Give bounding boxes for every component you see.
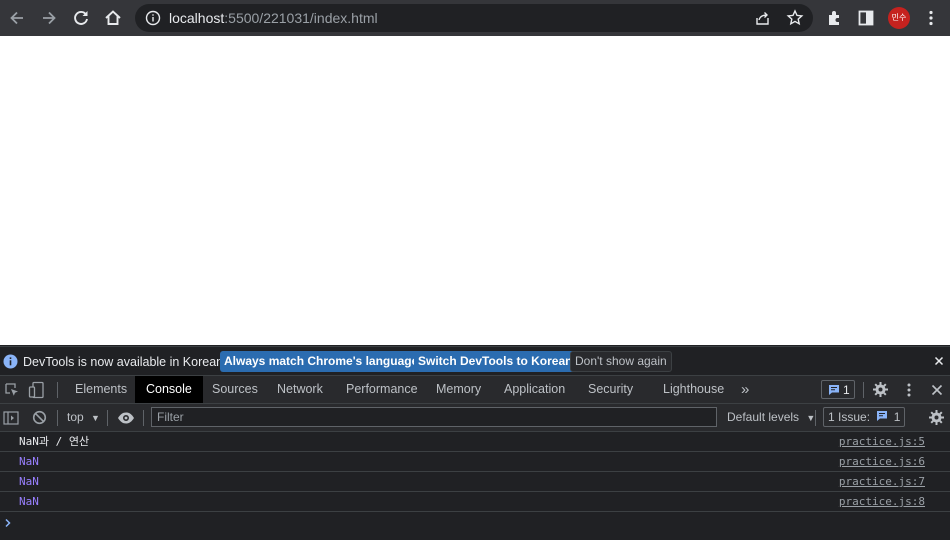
back-icon[interactable] bbox=[7, 8, 27, 28]
more-tabs-chevron-icon[interactable]: » bbox=[741, 376, 749, 403]
console-message: NaN과 / 연산 practice.js:5 bbox=[0, 432, 950, 452]
source-link[interactable]: practice.js:6 bbox=[839, 452, 925, 471]
browser-toolbar: localhost:5500/221031/index.html 민수 bbox=[0, 0, 950, 36]
info-icon[interactable] bbox=[145, 10, 161, 26]
url-path: :5500/221031/index.html bbox=[224, 10, 378, 26]
extensions-icon[interactable] bbox=[826, 9, 844, 27]
issues-badge-button[interactable]: 1 bbox=[821, 380, 855, 399]
live-expression-eye-icon[interactable] bbox=[117, 411, 135, 425]
close-devtools-icon[interactable] bbox=[931, 384, 943, 396]
divider bbox=[863, 382, 864, 398]
tab-application[interactable]: Application bbox=[504, 376, 565, 403]
issues-label: 1 Issue: bbox=[828, 410, 871, 424]
switch-to-korean-button[interactable]: Switch DevTools to Korean bbox=[414, 351, 577, 372]
url-text[interactable]: localhost:5500/221031/index.html bbox=[169, 10, 378, 26]
address-bar[interactable]: localhost:5500/221031/index.html bbox=[135, 4, 813, 32]
issues-count: 1 bbox=[893, 410, 901, 424]
issues-counter-button[interactable]: 1 Issue: 1 bbox=[823, 407, 906, 427]
clear-console-icon[interactable] bbox=[32, 410, 47, 425]
devtools-tab-bar: Elements Console Sources Network Perform… bbox=[0, 376, 950, 404]
prompt-chevron-icon bbox=[4, 518, 12, 528]
source-link[interactable]: practice.js:5 bbox=[839, 432, 925, 451]
side-panel-icon[interactable] bbox=[858, 10, 874, 26]
console-message: NaN practice.js:7 bbox=[0, 472, 950, 492]
forward-icon[interactable] bbox=[39, 8, 59, 28]
message-icon bbox=[876, 410, 888, 422]
divider bbox=[815, 410, 816, 426]
tab-security[interactable]: Security bbox=[588, 376, 633, 403]
console-toolbar: top ▼ Filter Default levels ▼ 1 Issue: 1 bbox=[0, 404, 950, 432]
divider bbox=[57, 382, 58, 398]
settings-gear-icon[interactable] bbox=[872, 381, 889, 398]
console-message: NaN practice.js:6 bbox=[0, 452, 950, 472]
tab-sources[interactable]: Sources bbox=[212, 376, 258, 403]
page-viewport bbox=[0, 36, 950, 345]
profile-avatar[interactable]: 민수 bbox=[888, 7, 910, 29]
console-settings-gear-icon[interactable] bbox=[928, 409, 945, 426]
tab-elements[interactable]: Elements bbox=[75, 376, 127, 403]
source-link[interactable]: practice.js:8 bbox=[839, 492, 925, 511]
log-levels-dropdown[interactable]: Default levels ▼ bbox=[727, 410, 815, 424]
console-message-text: NaN bbox=[19, 495, 39, 508]
context-selector-value: top bbox=[67, 410, 84, 424]
devtools-language-infobar: DevTools is now available in Korean! Alw… bbox=[0, 346, 950, 376]
message-icon bbox=[828, 384, 840, 396]
chevron-down-icon: ▼ bbox=[91, 413, 100, 423]
reload-icon[interactable] bbox=[71, 8, 91, 28]
info-circle-icon bbox=[3, 354, 18, 369]
devtools-menu-kebab-icon[interactable] bbox=[904, 382, 914, 398]
infobar-message: DevTools is now available in Korean! bbox=[23, 355, 227, 369]
dont-show-again-button[interactable]: Don't show again bbox=[570, 351, 672, 372]
console-message-text: NaN bbox=[19, 455, 39, 468]
tab-performance[interactable]: Performance bbox=[346, 376, 418, 403]
divider bbox=[107, 410, 108, 426]
share-icon[interactable] bbox=[754, 10, 772, 26]
tab-memory[interactable]: Memory bbox=[436, 376, 481, 403]
issues-badge-count: 1 bbox=[843, 383, 850, 397]
console-filter-input[interactable]: Filter bbox=[151, 407, 717, 427]
console-message-text: NaN과 / 연산 bbox=[19, 435, 90, 448]
inspect-element-icon[interactable] bbox=[4, 382, 20, 398]
bookmark-star-icon[interactable] bbox=[786, 9, 804, 27]
tab-network[interactable]: Network bbox=[277, 376, 323, 403]
device-toolbar-icon[interactable] bbox=[28, 381, 46, 399]
always-match-language-button[interactable]: Always match Chrome's language bbox=[220, 351, 423, 372]
url-host: localhost bbox=[169, 10, 225, 26]
source-link[interactable]: practice.js:7 bbox=[839, 472, 925, 491]
menu-kebab-icon[interactable] bbox=[926, 9, 936, 27]
close-infobar-icon[interactable] bbox=[934, 356, 944, 366]
chevron-down-icon: ▼ bbox=[806, 413, 816, 423]
divider bbox=[57, 410, 58, 426]
console-sidebar-icon[interactable] bbox=[3, 410, 19, 426]
home-icon[interactable] bbox=[103, 8, 123, 28]
console-prompt-input[interactable] bbox=[0, 512, 950, 540]
log-levels-value: Default levels bbox=[727, 410, 800, 424]
tab-console[interactable]: Console bbox=[135, 376, 203, 403]
divider bbox=[143, 410, 144, 426]
tab-lighthouse[interactable]: Lighthouse bbox=[663, 376, 724, 403]
console-message-text: NaN bbox=[19, 475, 39, 488]
console-message: NaN practice.js:8 bbox=[0, 492, 950, 512]
context-selector[interactable]: top ▼ bbox=[67, 410, 100, 424]
